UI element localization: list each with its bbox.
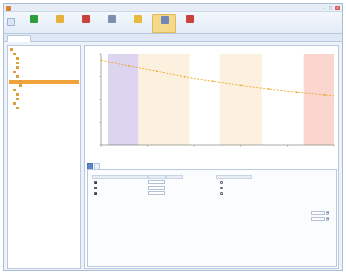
series-point — [211, 80, 214, 83]
tree-node[interactable] — [9, 79, 79, 84]
group1-row-value-field[interactable] — [148, 191, 165, 195]
chart-band — [303, 54, 334, 145]
project-tree[interactable] — [7, 45, 81, 269]
export-red-icon — [186, 15, 194, 23]
tree-node-icon — [16, 106, 19, 109]
tree-node-icon — [10, 48, 13, 51]
tree-node[interactable] — [9, 66, 79, 70]
main-content — [84, 45, 339, 269]
tree-node[interactable] — [9, 84, 79, 88]
group1-row-value-field[interactable] — [148, 185, 165, 190]
series-point — [100, 59, 102, 62]
add-green-icon — [30, 15, 38, 23]
window-controls: – □ × — [321, 5, 340, 10]
chart — [99, 53, 335, 147]
tree-node[interactable] — [9, 48, 79, 52]
tree-node[interactable] — [9, 52, 79, 57]
group1-row-checkbox[interactable] — [94, 181, 97, 184]
ribbon-button-6[interactable] — [178, 14, 202, 33]
tree-node-icon — [19, 79, 22, 82]
tree-node[interactable] — [9, 93, 79, 97]
group3-row-value-field[interactable] — [311, 216, 325, 221]
tree-node[interactable] — [9, 70, 79, 75]
tree-node-icon — [13, 70, 16, 73]
group1-row-value-field[interactable] — [148, 180, 165, 184]
chart-band — [107, 54, 139, 145]
document-tabstrip — [4, 34, 342, 42]
app-icon — [6, 5, 11, 11]
tree-node[interactable] — [9, 106, 79, 111]
grid-icon — [108, 15, 116, 23]
close-icon[interactable]: × — [335, 5, 340, 10]
group3-row-spinner[interactable] — [326, 216, 330, 221]
properties-panel — [87, 169, 337, 267]
tree-node-icon — [16, 61, 19, 64]
series-point — [183, 75, 186, 78]
tree-node-icon — [16, 75, 19, 78]
group1-header-value — [148, 175, 166, 179]
minimize-icon[interactable]: – — [321, 6, 326, 10]
tree-node-icon — [16, 97, 19, 100]
document-tab[interactable] — [7, 35, 31, 42]
tree-node-icon — [19, 84, 22, 87]
ribbon — [4, 12, 342, 34]
group2-option-radio[interactable] — [220, 192, 223, 195]
group1-header-name — [92, 175, 148, 179]
series-point — [323, 94, 326, 96]
group3-row-value-field[interactable] — [311, 210, 325, 215]
tree-node[interactable] — [9, 97, 79, 102]
group1-row-checkbox[interactable] — [94, 186, 97, 189]
ribbon-button-5[interactable] — [152, 14, 176, 33]
tree-node-icon — [16, 66, 19, 69]
group1-row-checkbox[interactable] — [94, 192, 97, 195]
chart-band — [138, 54, 190, 145]
maximize-icon[interactable]: □ — [328, 6, 333, 10]
lightning-icon — [134, 15, 142, 23]
ribbon-button-0[interactable] — [22, 14, 46, 33]
chart-red-icon — [82, 15, 90, 23]
series-point — [267, 88, 270, 90]
tree-node[interactable] — [9, 88, 79, 93]
group2-option-radio[interactable] — [220, 186, 223, 190]
group3-row-spinner[interactable] — [326, 210, 330, 215]
group2-option-radio[interactable] — [220, 181, 223, 184]
title-bar: – □ × — [4, 4, 342, 12]
series-point — [295, 91, 298, 94]
chart-band — [219, 54, 262, 145]
tree-node[interactable] — [9, 75, 79, 79]
file-menu-button[interactable] — [7, 18, 15, 26]
group2-header — [216, 175, 252, 179]
series-point — [156, 70, 158, 73]
tree-node-icon — [16, 57, 19, 60]
ribbon-button-1[interactable] — [48, 14, 72, 33]
tree-node-icon — [13, 88, 16, 91]
tree-node[interactable] — [9, 102, 79, 106]
tree-node-icon — [16, 93, 19, 96]
tree-node-icon — [13, 52, 16, 55]
ribbon-button-4[interactable] — [126, 14, 150, 33]
folder-icon — [56, 15, 64, 23]
sigma-icon — [161, 16, 169, 24]
tree-node-icon — [13, 102, 16, 105]
ribbon-button-2[interactable] — [74, 14, 98, 33]
tree-node[interactable] — [9, 57, 79, 61]
app-window: – □ × — [3, 3, 343, 271]
series-point — [239, 84, 242, 87]
series-point — [128, 64, 130, 67]
ribbon-button-3[interactable] — [100, 14, 124, 33]
group1-header-unit — [166, 175, 183, 179]
tree-node[interactable] — [9, 61, 79, 66]
